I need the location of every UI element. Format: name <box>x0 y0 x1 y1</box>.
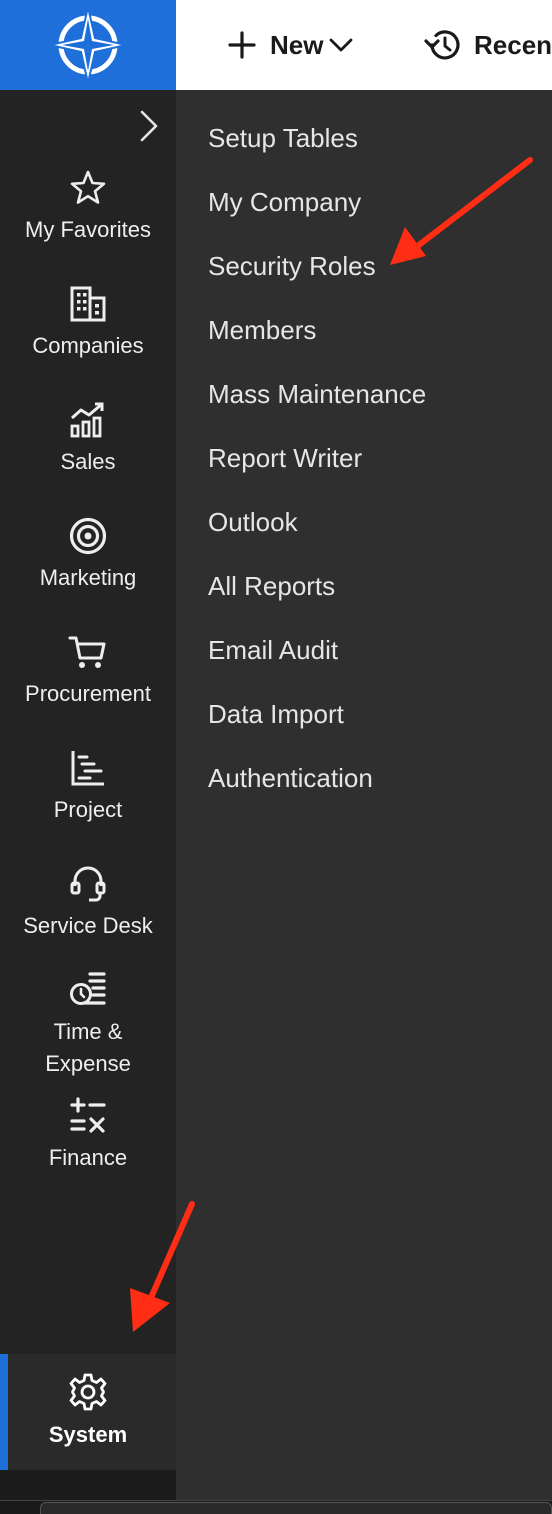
plus-icon <box>228 31 256 59</box>
sidebar-item-label: Service Desk <box>23 913 153 938</box>
sidebar-item-project[interactable]: Project <box>0 748 176 826</box>
sidebar-item-label: Marketing <box>39 565 137 590</box>
sidebar-item-label: Procurement <box>25 681 151 706</box>
star-icon <box>70 170 106 204</box>
gear-icon <box>69 1373 107 1411</box>
compass-logo-icon <box>49 6 127 84</box>
system-submenu: Setup Tables My Company Security Roles M… <box>176 90 552 1500</box>
submenu-item-authentication[interactable]: Authentication <box>208 758 373 798</box>
sidebar-item-label: My Favorites <box>25 217 151 242</box>
app-logo[interactable] <box>0 0 176 90</box>
building-icon <box>70 286 106 322</box>
calculator-icon <box>70 1097 106 1133</box>
sidebar-item-companies[interactable]: Companies <box>0 284 176 362</box>
submenu-item-report-writer[interactable]: Report Writer <box>208 438 362 478</box>
cart-icon <box>68 636 106 668</box>
sidebar-item-label-line2: Expense <box>45 1051 131 1076</box>
history-icon <box>424 30 460 60</box>
submenu-item-my-company[interactable]: My Company <box>208 182 361 222</box>
submenu-item-security-roles[interactable]: Security Roles <box>208 246 376 286</box>
submenu-item-data-import[interactable]: Data Import <box>208 694 344 734</box>
sidebar-item-label: Finance <box>48 1145 128 1170</box>
new-button-label: New <box>270 29 324 60</box>
chevron-down-icon <box>330 38 353 52</box>
submenu-item-all-reports[interactable]: All Reports <box>208 566 335 606</box>
submenu-item-email-audit[interactable]: Email Audit <box>208 630 338 670</box>
sidebar-item-system[interactable]: System <box>0 1354 176 1470</box>
submenu-item-outlook[interactable]: Outlook <box>208 502 298 542</box>
recent-button[interactable]: Recen <box>424 0 552 90</box>
sidebar-item-marketing[interactable]: Marketing <box>0 516 176 594</box>
sidebar-item-label: Companies <box>32 333 144 358</box>
sidebar-item-service-desk[interactable]: Service Desk <box>0 864 176 942</box>
expand-sidebar-button[interactable] <box>136 108 162 144</box>
submenu-item-members[interactable]: Members <box>208 310 316 350</box>
submenu-item-setup-tables[interactable]: Setup Tables <box>208 118 358 158</box>
sidebar-item-time-expense[interactable]: Time & Expense <box>0 970 176 1080</box>
project-chart-icon <box>71 751 104 786</box>
chevron-right-icon <box>140 110 158 142</box>
sidebar-item-label: System <box>48 1422 128 1447</box>
submenu-item-mass-maintenance[interactable]: Mass Maintenance <box>208 374 426 414</box>
active-indicator <box>0 1354 8 1470</box>
time-expense-icon <box>70 972 106 1005</box>
headset-icon <box>70 866 106 902</box>
recent-button-label: Recen <box>474 29 552 60</box>
top-bar: New Recen <box>176 0 552 90</box>
sidebar-item-label: Sales <box>60 449 116 474</box>
bottom-window-tab <box>40 1502 552 1514</box>
sales-chart-icon <box>70 402 104 438</box>
new-button[interactable]: New <box>228 0 353 90</box>
sidebar-item-my-favorites[interactable]: My Favorites <box>0 168 176 246</box>
sidebar-item-sales[interactable]: Sales <box>0 400 176 478</box>
sidebar-item-label: Project <box>53 797 123 822</box>
sidebar: My Favorites Companies Sales Marketing P… <box>0 90 176 1470</box>
sidebar-item-procurement[interactable]: Procurement <box>0 632 176 710</box>
target-icon <box>69 517 107 555</box>
sidebar-item-finance[interactable]: Finance <box>0 1096 176 1174</box>
sidebar-item-label-line1: Time & <box>53 1019 123 1044</box>
